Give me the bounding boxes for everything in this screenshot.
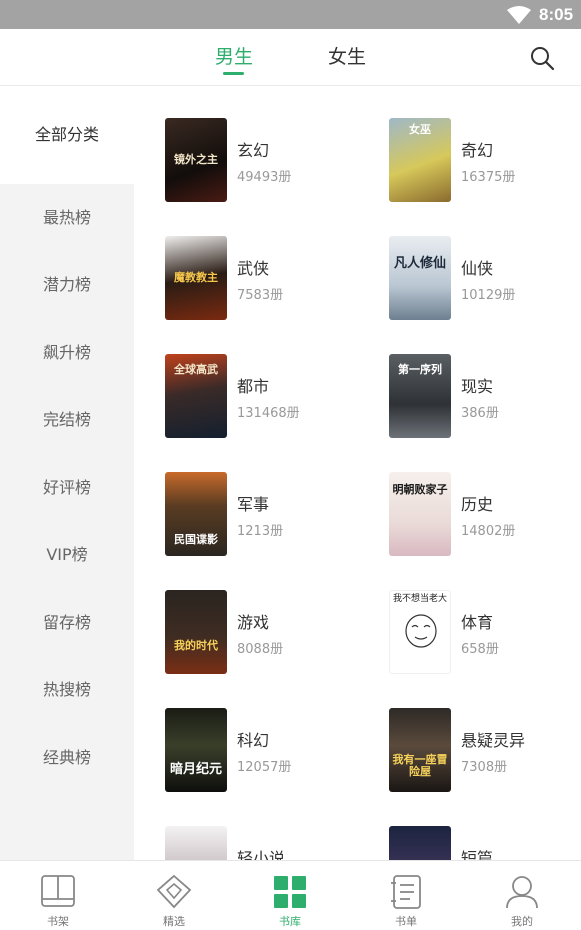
nav-label: 我的 xyxy=(511,915,533,928)
category-item-tiyu[interactable]: 我不想当老大 体育 658册 xyxy=(389,590,581,690)
top-bar: 男生 女生 xyxy=(0,29,581,86)
category-count: 1213册 xyxy=(237,524,284,539)
category-name: 悬疑灵异 xyxy=(461,731,526,750)
category-item-xianshi[interactable]: 第一序列 现实 386册 xyxy=(389,354,581,454)
category-item-qihuan[interactable]: 女巫 奇幻 16375册 xyxy=(389,118,581,218)
book-cover xyxy=(389,826,451,860)
book-cover: 魔教教主 xyxy=(165,236,227,320)
category-name: 短篇 xyxy=(461,849,494,860)
nav-label: 书库 xyxy=(279,915,301,928)
category-count: 16375册 xyxy=(461,170,516,185)
category-name: 奇幻 xyxy=(461,141,494,160)
nav-library[interactable]: 书库 xyxy=(232,861,348,930)
wifi-icon xyxy=(507,6,531,24)
sidebar-item-potential[interactable]: 潜力榜 xyxy=(0,251,134,318)
sidebar-item-completed[interactable]: 完结榜 xyxy=(0,386,134,453)
category-item-wuxia[interactable]: 魔教教主 武侠 7583册 xyxy=(165,236,385,336)
category-count: 49493册 xyxy=(237,170,292,185)
book-cover: 民国谍影 xyxy=(165,472,227,556)
category-count: 14802册 xyxy=(461,524,516,539)
category-name: 游戏 xyxy=(237,613,270,632)
status-time: 8:05 xyxy=(539,5,574,24)
book-cover: 我不想当老大 xyxy=(389,590,451,674)
book-cover xyxy=(165,826,227,860)
book-cover: 明朝败家子 xyxy=(389,472,451,556)
category-item-xuanhuan[interactable]: 镜外之主 玄幻 49493册 xyxy=(165,118,385,218)
category-name: 玄幻 xyxy=(237,141,270,160)
sidebar-item-all-categories[interactable]: 全部分类 xyxy=(0,86,134,184)
category-name: 都市 xyxy=(237,377,270,396)
tab-female[interactable]: 女生 xyxy=(312,42,382,69)
category-count: 8088册 xyxy=(237,642,284,657)
category-item-junshi[interactable]: 民国谍影 军事 1213册 xyxy=(165,472,385,572)
category-count: 10129册 xyxy=(461,288,516,303)
category-count: 386册 xyxy=(461,406,499,421)
status-bar: 8:05 xyxy=(0,0,581,29)
category-item-duanpian[interactable]: 短篇 xyxy=(389,826,581,860)
book-cover: 全球高武 xyxy=(165,354,227,438)
meme-face-illustration xyxy=(405,614,437,648)
category-grid: 镜外之主 玄幻 49493册 女巫 奇幻 16375册 魔教教主 武侠 7583… xyxy=(134,86,581,860)
grid-icon xyxy=(274,876,306,908)
category-count: 7308册 xyxy=(461,760,508,775)
category-item-qingxiaoshuo[interactable]: 轻小说 xyxy=(165,826,385,860)
category-name: 科幻 xyxy=(237,731,270,750)
category-item-xuanyi[interactable]: 我有一座冒险屋 悬疑灵异 7308册 xyxy=(389,708,581,808)
category-item-dushi[interactable]: 全球高武 都市 131468册 xyxy=(165,354,385,454)
category-item-lishi[interactable]: 明朝败家子 历史 14802册 xyxy=(389,472,581,572)
book-cover: 第一序列 xyxy=(389,354,451,438)
nav-bookshelf[interactable]: 书架 xyxy=(0,861,116,930)
category-name: 历史 xyxy=(461,495,494,514)
sidebar-item-vip[interactable]: VIP榜 xyxy=(0,521,134,588)
category-name: 军事 xyxy=(237,495,270,514)
book-cover: 暗月纪元 xyxy=(165,708,227,792)
nav-booklist[interactable]: 书单 xyxy=(348,861,464,930)
sidebar-item-retention[interactable]: 留存榜 xyxy=(0,589,134,656)
category-name: 轻小说 xyxy=(237,849,286,860)
book-cover: 我的时代 xyxy=(165,590,227,674)
sidebar-item-rising[interactable]: 飙升榜 xyxy=(0,319,134,386)
book-cover: 凡人修仙 xyxy=(389,236,451,320)
nav-label: 书架 xyxy=(47,915,69,928)
book-cover: 我有一座冒险屋 xyxy=(389,708,451,792)
category-item-xianxia[interactable]: 凡人修仙 仙侠 10129册 xyxy=(389,236,581,336)
nav-label: 精选 xyxy=(163,915,185,928)
category-name: 武侠 xyxy=(237,259,270,278)
book-cover: 镜外之主 xyxy=(165,118,227,202)
category-count: 658册 xyxy=(461,642,499,657)
category-name: 体育 xyxy=(461,613,494,632)
nav-profile[interactable]: 我的 xyxy=(464,861,580,930)
bottom-nav: 书架 精选 书库 书单 我的 xyxy=(0,860,581,930)
tab-active-indicator xyxy=(223,72,244,75)
category-name: 现实 xyxy=(461,377,494,396)
sidebar-item-hot-search[interactable]: 热搜榜 xyxy=(0,656,134,723)
category-count: 12057册 xyxy=(237,760,292,775)
bookshelf-icon xyxy=(41,875,75,907)
profile-icon xyxy=(506,876,538,909)
category-name: 仙侠 xyxy=(461,259,494,278)
sidebar-item-hottest[interactable]: 最热榜 xyxy=(0,184,134,251)
tab-male[interactable]: 男生 xyxy=(199,42,269,69)
book-cover: 女巫 xyxy=(389,118,451,202)
category-sidebar: 全部分类 最热榜 潜力榜 飙升榜 完结榜 好评榜 VIP榜 留存榜 热搜榜 经典… xyxy=(0,86,134,860)
category-count: 7583册 xyxy=(237,288,284,303)
category-item-youxi[interactable]: 我的时代 游戏 8088册 xyxy=(165,590,385,690)
diamond-icon xyxy=(156,874,192,909)
nav-featured[interactable]: 精选 xyxy=(116,861,232,930)
nav-label: 书单 xyxy=(395,915,417,928)
category-item-kehuan[interactable]: 暗月纪元 科幻 12057册 xyxy=(165,708,385,808)
category-count: 131468册 xyxy=(237,406,300,421)
sidebar-item-top-rated[interactable]: 好评榜 xyxy=(0,454,134,521)
search-icon[interactable] xyxy=(529,45,555,71)
sidebar-item-classic[interactable]: 经典榜 xyxy=(0,724,134,791)
booklist-icon xyxy=(391,875,421,909)
